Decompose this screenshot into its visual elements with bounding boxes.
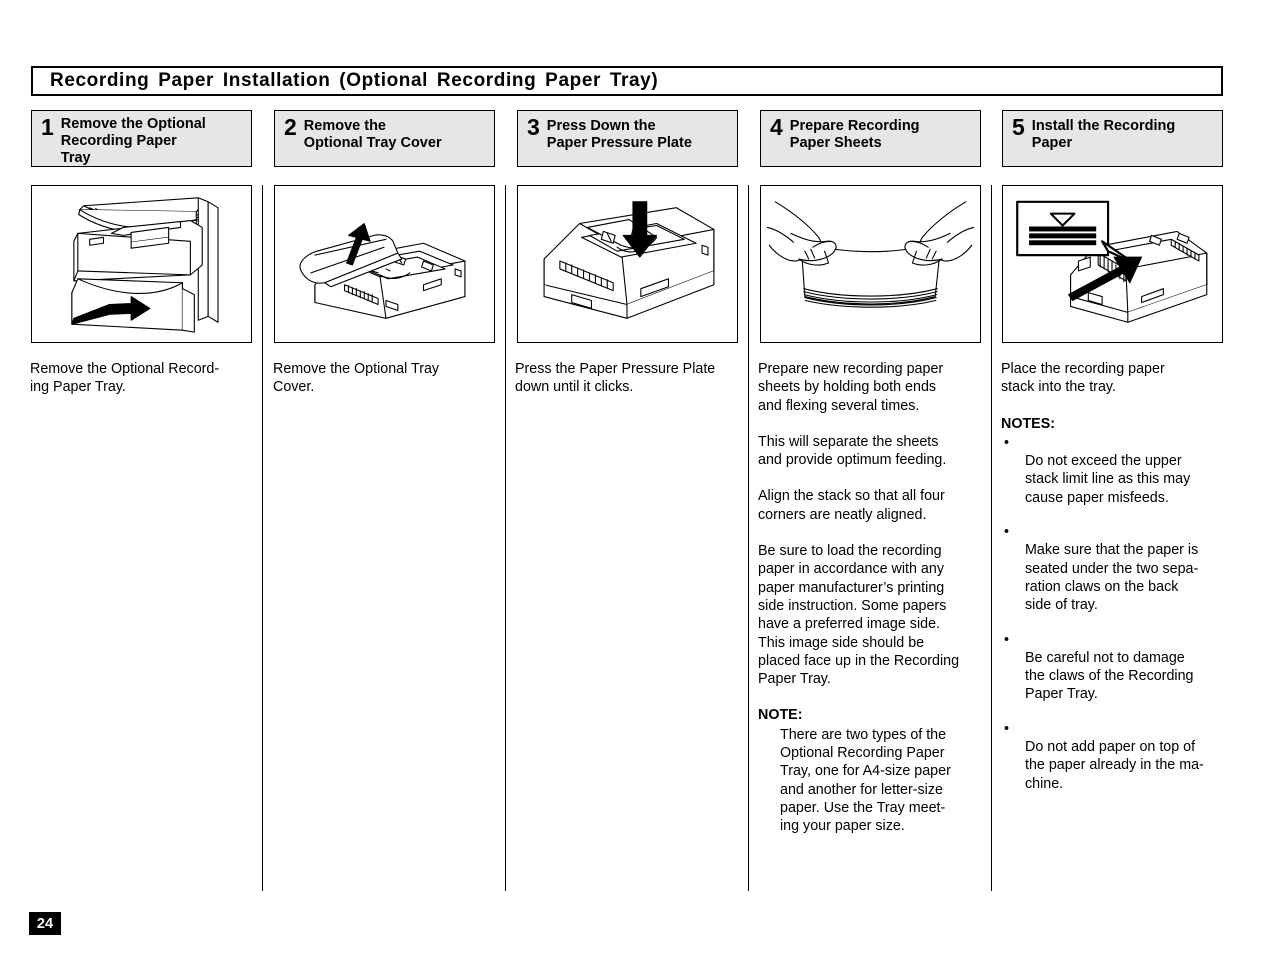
page-title-bar: Recording Paper Installation (Optional R… [31,66,1223,96]
bullet-icon: • [1004,631,1010,648]
step-body-2: Remove the Optional Tray Cover. [273,360,499,397]
figure-step-1 [31,185,252,343]
step-4-paragraph-2: This will separate the sheets and provid… [758,433,947,469]
step-4-paragraph-4: Be sure to load the recording paper in a… [758,543,960,688]
list-item-text: Do not exceed the upper stack limit line… [1025,453,1191,506]
list-item: • Do not add paper on top of the paper al… [1001,720,1229,793]
figure-step-2 [274,185,495,343]
step-title-2: Remove the Optional Tray Cover [303,118,442,151]
bullet-icon: • [1004,720,1010,737]
step-header-4: 4 Prepare Recording Paper Sheets [760,110,981,167]
list-item: • Make sure that the paper is seated unde… [1001,523,1229,614]
step-header-2: 2 Remove the Optional Tray Cover [274,110,495,167]
step-5-notes-heading: NOTES: [1001,415,1056,432]
step-body-3: Press the Paper Pressure Plate down unti… [515,360,747,397]
list-item-text: Be careful not to damage the claws of th… [1025,649,1194,703]
step-4-note-heading: NOTE: [758,707,803,724]
step-body-1: Remove the Optional Record- ing Paper Tr… [30,360,256,397]
step-number-4: 4 [770,114,783,140]
column-separator-2 [505,185,507,891]
step-2-paragraph-1: Remove the Optional Tray Cover. [273,361,440,396]
column-separator-3 [748,185,750,891]
list-item-text: Make sure that the paper is seated under… [1025,542,1199,614]
bullet-icon: • [1004,434,1010,451]
list-item: • Do not exceed the upper stack limit lin… [1001,434,1229,507]
step-5-notes-list: • Do not exceed the upper stack limit lin… [1001,434,1229,793]
step-title-5: Install the Recording Paper [1031,118,1176,151]
step-title-3: Press Down the Paper Pressure Plate [546,118,692,151]
step-4-paragraph-3: Align the stack so that all four corners… [758,488,945,523]
step-5-notes-block: NOTES: • Do not exceed the upper stack li… [1001,415,1229,793]
step-1-paragraph-1: Remove the Optional Record- ing Paper Tr… [30,361,220,396]
step-header-1: 1 Remove the Optional Recording Paper Tr… [31,110,252,167]
figure-step-5 [1002,185,1223,343]
step-body-4: Prepare new recording paper sheets by ho… [758,360,988,836]
step-header-3: 3 Press Down the Paper Pressure Plate [517,110,738,167]
list-item-text: Do not add paper on top of the paper alr… [1025,739,1204,792]
list-item: • Be careful not to damage the claws of t… [1001,631,1229,704]
step-number-1: 1 [41,114,54,140]
step-header-5: 5 Install the Recording Paper [1002,110,1223,167]
step-3-paragraph-1: Press the Paper Pressure Plate down unti… [515,361,716,396]
step-number-5: 5 [1012,114,1025,140]
step-4-paragraph-1: Prepare new recording paper sheets by ho… [758,361,944,414]
figure-step-3 [517,185,738,343]
column-separator-1 [262,185,264,891]
page-title: Recording Paper Installation (Optional R… [50,70,659,91]
step-number-3: 3 [527,114,540,140]
step-body-5: Place the recording paper stack into the… [1001,360,1229,809]
step-title-1: Remove the Optional Recording Paper Tray [60,116,206,166]
column-separator-4 [991,185,993,891]
step-number-2: 2 [284,114,297,140]
step-5-paragraph-1: Place the recording paper stack into the… [1001,361,1165,396]
bullet-icon: • [1004,524,1010,541]
figure-step-4 [760,185,981,343]
step-4-note-text: There are two types of the Optional Reco… [780,726,951,835]
step-4-note-block: NOTE: There are two types of the Optiona… [758,706,988,835]
page-number: 24 [29,912,61,935]
step-title-4: Prepare Recording Paper Sheets [789,118,920,151]
